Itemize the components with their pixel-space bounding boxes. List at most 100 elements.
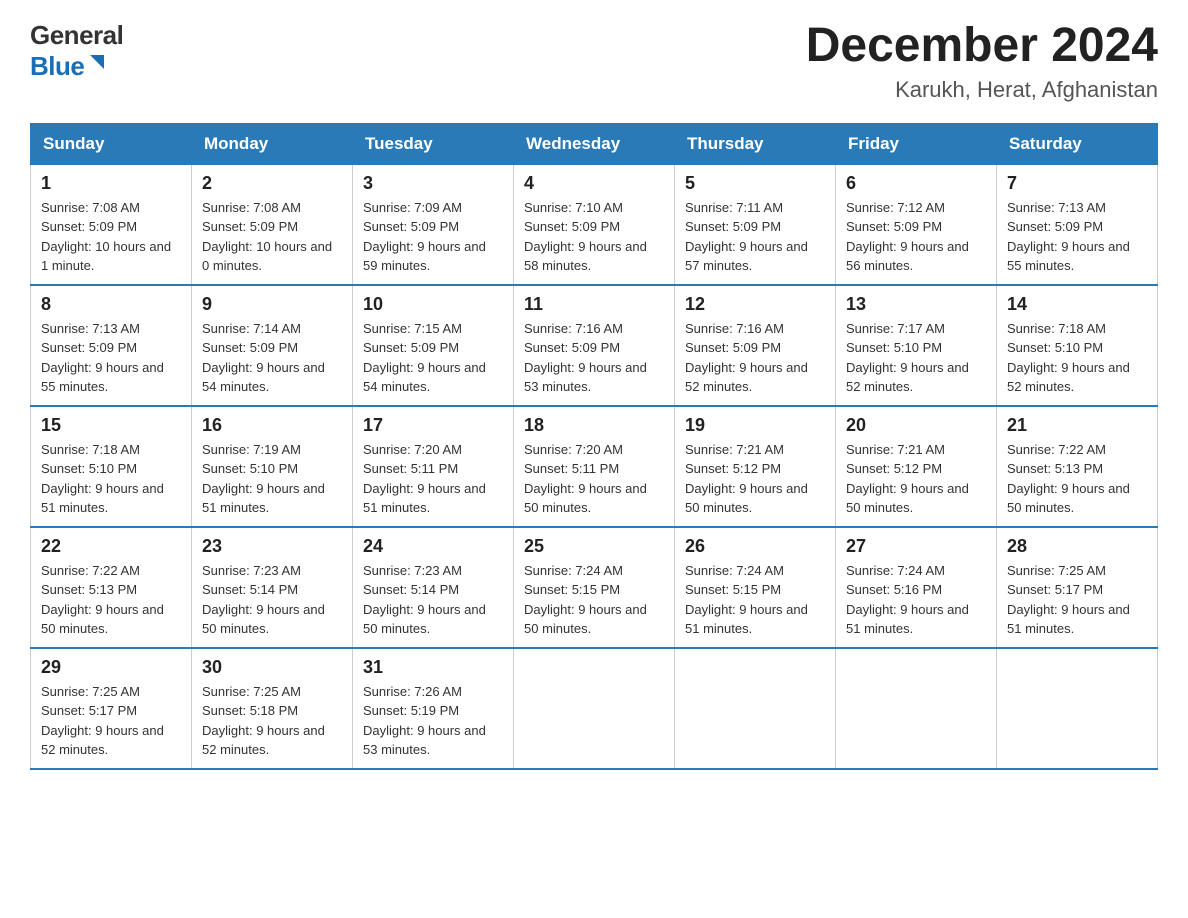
week-row-4: 22 Sunrise: 7:22 AMSunset: 5:13 PMDayligh… bbox=[31, 527, 1158, 648]
weekday-header-tuesday: Tuesday bbox=[353, 123, 514, 164]
calendar-cell: 30 Sunrise: 7:25 AMSunset: 5:18 PMDayligh… bbox=[192, 648, 353, 769]
calendar-cell: 21 Sunrise: 7:22 AMSunset: 5:13 PMDayligh… bbox=[997, 406, 1158, 527]
calendar-cell: 26Sunrise: 7:24 AMSunset: 5:15 PMDayligh… bbox=[675, 527, 836, 648]
day-info: Sunrise: 7:25 AMSunset: 5:18 PMDaylight:… bbox=[202, 682, 342, 760]
calendar-cell: 5Sunrise: 7:11 AMSunset: 5:09 PMDaylight… bbox=[675, 164, 836, 285]
calendar-cell: 10 Sunrise: 7:15 AMSunset: 5:09 PMDayligh… bbox=[353, 285, 514, 406]
calendar-cell: 12Sunrise: 7:16 AMSunset: 5:09 PMDayligh… bbox=[675, 285, 836, 406]
day-number: 8 bbox=[41, 294, 181, 315]
day-number: 3 bbox=[363, 173, 503, 194]
calendar-cell: 3 Sunrise: 7:09 AMSunset: 5:09 PMDaylight… bbox=[353, 164, 514, 285]
day-info: Sunrise: 7:23 AMSunset: 5:14 PMDaylight:… bbox=[202, 561, 342, 639]
day-info: Sunrise: 7:18 AMSunset: 5:10 PMDaylight:… bbox=[1007, 319, 1147, 397]
week-row-3: 15Sunrise: 7:18 AMSunset: 5:10 PMDayligh… bbox=[31, 406, 1158, 527]
day-info: Sunrise: 7:09 AMSunset: 5:09 PMDaylight:… bbox=[363, 198, 503, 276]
page-header: General Blue December 2024 Karukh, Herat… bbox=[30, 20, 1158, 103]
day-number: 9 bbox=[202, 294, 342, 315]
day-number: 4 bbox=[524, 173, 664, 194]
day-number: 1 bbox=[41, 173, 181, 194]
calendar-cell: 24 Sunrise: 7:23 AMSunset: 5:14 PMDayligh… bbox=[353, 527, 514, 648]
calendar-cell: 25 Sunrise: 7:24 AMSunset: 5:15 PMDayligh… bbox=[514, 527, 675, 648]
weekday-header-friday: Friday bbox=[836, 123, 997, 164]
weekday-header-row: SundayMondayTuesdayWednesdayThursdayFrid… bbox=[31, 123, 1158, 164]
calendar-cell bbox=[675, 648, 836, 769]
calendar-cell bbox=[514, 648, 675, 769]
weekday-header-monday: Monday bbox=[192, 123, 353, 164]
calendar-cell: 14 Sunrise: 7:18 AMSunset: 5:10 PMDayligh… bbox=[997, 285, 1158, 406]
weekday-header-wednesday: Wednesday bbox=[514, 123, 675, 164]
day-info: Sunrise: 7:14 AMSunset: 5:09 PMDaylight:… bbox=[202, 319, 342, 397]
day-info: Sunrise: 7:26 AMSunset: 5:19 PMDaylight:… bbox=[363, 682, 503, 760]
day-number: 11 bbox=[524, 294, 664, 315]
day-number: 22 bbox=[41, 536, 181, 557]
calendar-cell: 18Sunrise: 7:20 AMSunset: 5:11 PMDayligh… bbox=[514, 406, 675, 527]
calendar-cell: 29 Sunrise: 7:25 AMSunset: 5:17 PMDayligh… bbox=[31, 648, 192, 769]
day-number: 25 bbox=[524, 536, 664, 557]
day-info: Sunrise: 7:19 AMSunset: 5:10 PMDaylight:… bbox=[202, 440, 342, 518]
day-info: Sunrise: 7:08 AMSunset: 5:09 PMDaylight:… bbox=[41, 198, 181, 276]
logo-arrow-icon bbox=[86, 51, 108, 78]
weekday-header-saturday: Saturday bbox=[997, 123, 1158, 164]
day-number: 29 bbox=[41, 657, 181, 678]
day-info: Sunrise: 7:13 AMSunset: 5:09 PMDaylight:… bbox=[1007, 198, 1147, 276]
calendar-cell: 15Sunrise: 7:18 AMSunset: 5:10 PMDayligh… bbox=[31, 406, 192, 527]
day-info: Sunrise: 7:24 AMSunset: 5:16 PMDaylight:… bbox=[846, 561, 986, 639]
day-info: Sunrise: 7:22 AMSunset: 5:13 PMDaylight:… bbox=[1007, 440, 1147, 518]
weekday-header-sunday: Sunday bbox=[31, 123, 192, 164]
calendar-cell: 20 Sunrise: 7:21 AMSunset: 5:12 PMDayligh… bbox=[836, 406, 997, 527]
calendar-cell: 17 Sunrise: 7:20 AMSunset: 5:11 PMDayligh… bbox=[353, 406, 514, 527]
logo-blue: Blue bbox=[30, 51, 84, 82]
day-info: Sunrise: 7:20 AMSunset: 5:11 PMDaylight:… bbox=[524, 440, 664, 518]
month-title: December 2024 bbox=[806, 20, 1158, 73]
day-info: Sunrise: 7:13 AMSunset: 5:09 PMDaylight:… bbox=[41, 319, 181, 397]
day-number: 31 bbox=[363, 657, 503, 678]
day-number: 5 bbox=[685, 173, 825, 194]
day-number: 21 bbox=[1007, 415, 1147, 436]
calendar-cell: 19 Sunrise: 7:21 AMSunset: 5:12 PMDayligh… bbox=[675, 406, 836, 527]
day-info: Sunrise: 7:24 AMSunset: 5:15 PMDaylight:… bbox=[685, 561, 825, 639]
location-title: Karukh, Herat, Afghanistan bbox=[806, 77, 1158, 103]
calendar-cell: 13Sunrise: 7:17 AMSunset: 5:10 PMDayligh… bbox=[836, 285, 997, 406]
day-number: 12 bbox=[685, 294, 825, 315]
day-info: Sunrise: 7:23 AMSunset: 5:14 PMDaylight:… bbox=[363, 561, 503, 639]
calendar-cell: 8 Sunrise: 7:13 AMSunset: 5:09 PMDaylight… bbox=[31, 285, 192, 406]
weekday-header-thursday: Thursday bbox=[675, 123, 836, 164]
day-number: 23 bbox=[202, 536, 342, 557]
day-info: Sunrise: 7:17 AMSunset: 5:10 PMDaylight:… bbox=[846, 319, 986, 397]
day-info: Sunrise: 7:25 AMSunset: 5:17 PMDaylight:… bbox=[41, 682, 181, 760]
day-number: 17 bbox=[363, 415, 503, 436]
day-number: 30 bbox=[202, 657, 342, 678]
day-info: Sunrise: 7:21 AMSunset: 5:12 PMDaylight:… bbox=[685, 440, 825, 518]
day-info: Sunrise: 7:08 AMSunset: 5:09 PMDaylight:… bbox=[202, 198, 342, 276]
calendar-cell: 11Sunrise: 7:16 AMSunset: 5:09 PMDayligh… bbox=[514, 285, 675, 406]
calendar-cell bbox=[836, 648, 997, 769]
calendar-cell: 4Sunrise: 7:10 AMSunset: 5:09 PMDaylight… bbox=[514, 164, 675, 285]
calendar-cell: 27 Sunrise: 7:24 AMSunset: 5:16 PMDayligh… bbox=[836, 527, 997, 648]
calendar-cell: 2Sunrise: 7:08 AMSunset: 5:09 PMDaylight… bbox=[192, 164, 353, 285]
day-number: 24 bbox=[363, 536, 503, 557]
day-number: 19 bbox=[685, 415, 825, 436]
day-number: 20 bbox=[846, 415, 986, 436]
day-number: 27 bbox=[846, 536, 986, 557]
calendar-cell bbox=[997, 648, 1158, 769]
day-info: Sunrise: 7:20 AMSunset: 5:11 PMDaylight:… bbox=[363, 440, 503, 518]
day-number: 28 bbox=[1007, 536, 1147, 557]
calendar-cell: 23 Sunrise: 7:23 AMSunset: 5:14 PMDayligh… bbox=[192, 527, 353, 648]
calendar-cell: 16Sunrise: 7:19 AMSunset: 5:10 PMDayligh… bbox=[192, 406, 353, 527]
calendar-cell: 31 Sunrise: 7:26 AMSunset: 5:19 PMDayligh… bbox=[353, 648, 514, 769]
week-row-2: 8 Sunrise: 7:13 AMSunset: 5:09 PMDaylight… bbox=[31, 285, 1158, 406]
title-section: December 2024 Karukh, Herat, Afghanistan bbox=[806, 20, 1158, 103]
logo-general: General bbox=[30, 20, 123, 51]
week-row-5: 29 Sunrise: 7:25 AMSunset: 5:17 PMDayligh… bbox=[31, 648, 1158, 769]
week-row-1: 1 Sunrise: 7:08 AMSunset: 5:09 PMDaylight… bbox=[31, 164, 1158, 285]
day-info: Sunrise: 7:21 AMSunset: 5:12 PMDaylight:… bbox=[846, 440, 986, 518]
calendar-cell: 9 Sunrise: 7:14 AMSunset: 5:09 PMDaylight… bbox=[192, 285, 353, 406]
day-info: Sunrise: 7:15 AMSunset: 5:09 PMDaylight:… bbox=[363, 319, 503, 397]
calendar-cell: 1 Sunrise: 7:08 AMSunset: 5:09 PMDaylight… bbox=[31, 164, 192, 285]
day-info: Sunrise: 7:22 AMSunset: 5:13 PMDaylight:… bbox=[41, 561, 181, 639]
day-number: 10 bbox=[363, 294, 503, 315]
day-info: Sunrise: 7:24 AMSunset: 5:15 PMDaylight:… bbox=[524, 561, 664, 639]
calendar-cell: 6Sunrise: 7:12 AMSunset: 5:09 PMDaylight… bbox=[836, 164, 997, 285]
day-number: 15 bbox=[41, 415, 181, 436]
day-number: 14 bbox=[1007, 294, 1147, 315]
